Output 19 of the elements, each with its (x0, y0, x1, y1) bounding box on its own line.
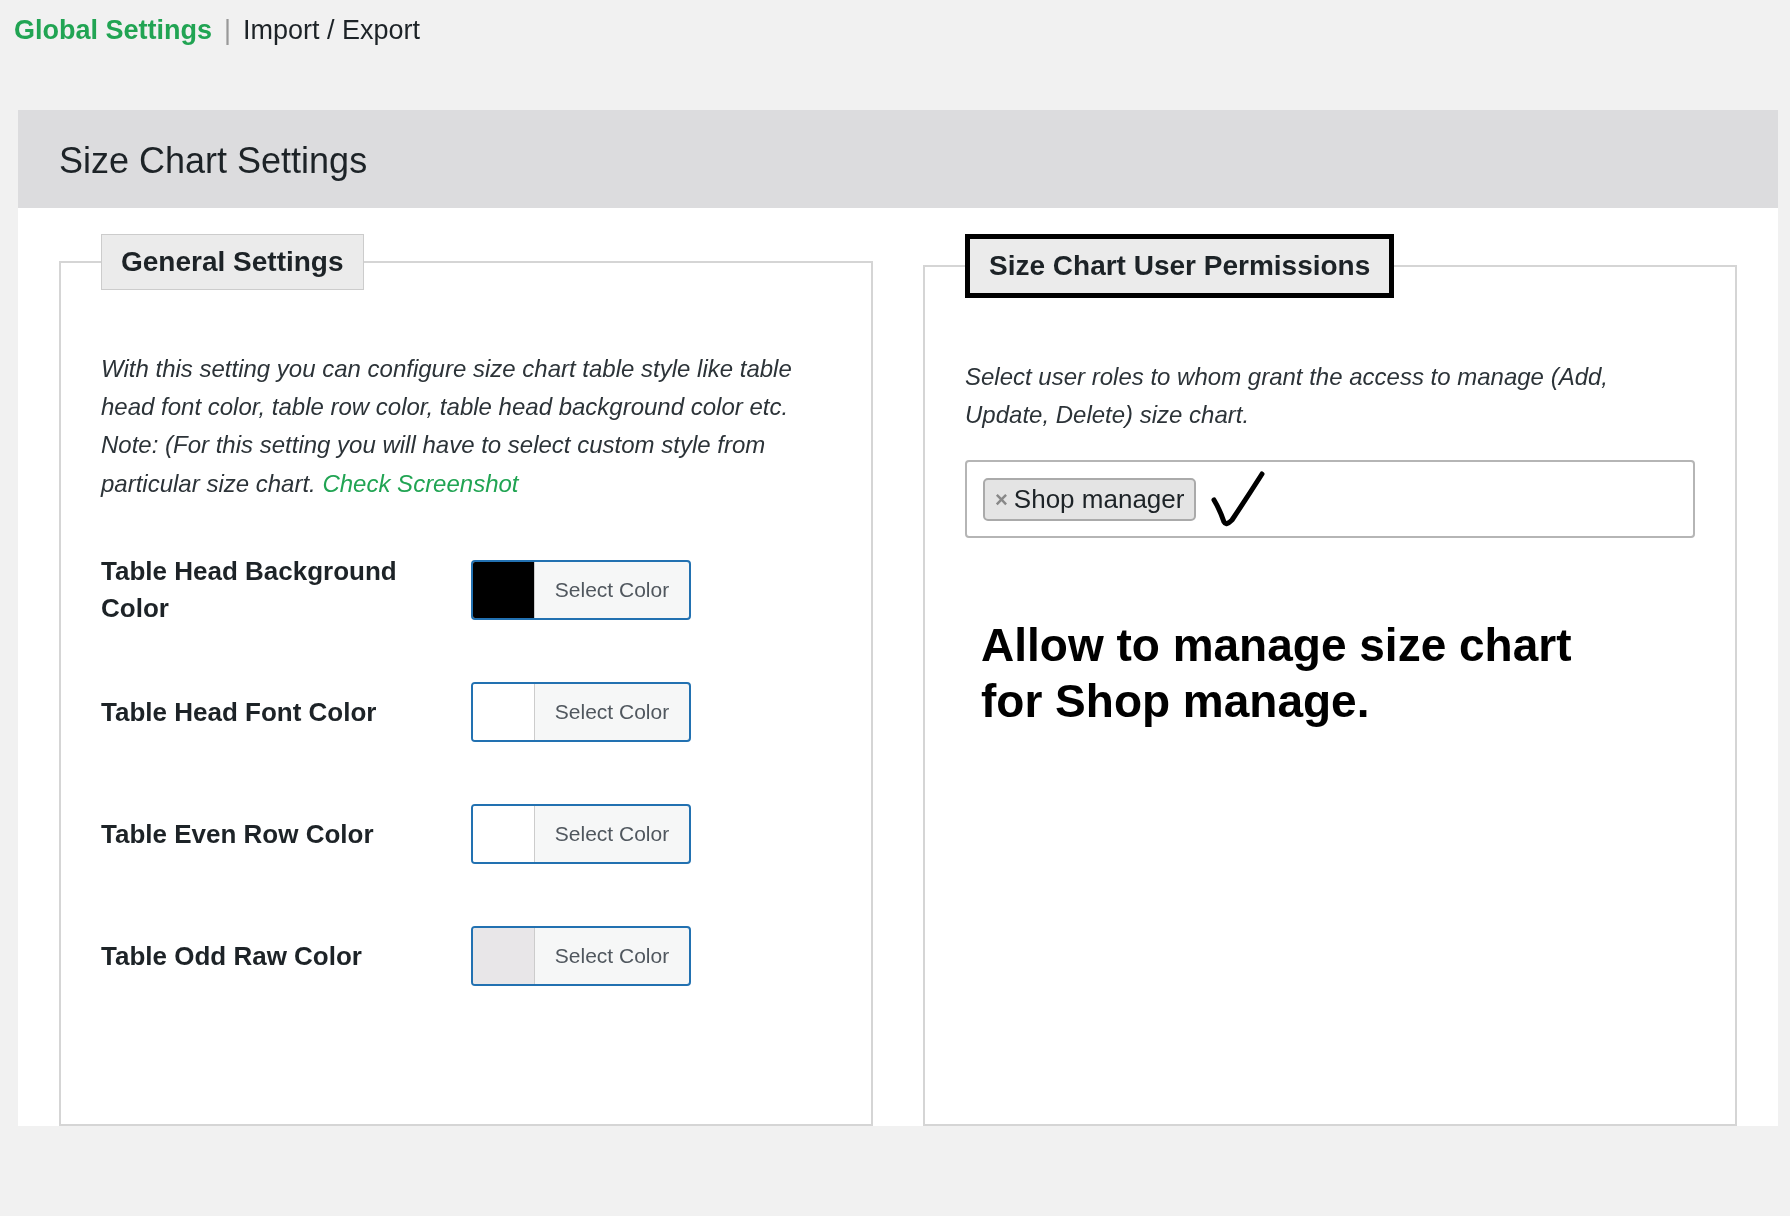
description-text: With this setting you can configure size chart table style like table head font color, table row color, table head background color etc. Note: (For this setting you will have to select custom style from particular size chart. Check Screenshot (101, 353, 793, 499)
color-picker-button[interactable]: Select Color (471, 925, 691, 986)
roles-select-field[interactable]: × Shop manager (965, 460, 1695, 539)
description-text: Select user roles to whom grant the access to manage (Add, Update, Delete) size chart. (965, 361, 1609, 430)
color-picker-button[interactable]: Select Color (471, 681, 691, 742)
annotation-text: Allow to manage size chart for Shop manage. (981, 618, 1573, 729)
checkmark-icon (1210, 470, 1267, 529)
nav-tab[interactable]: Import / Export (243, 15, 421, 45)
field-label: Table Even Row Color (101, 817, 375, 851)
nav-separator: | (224, 15, 232, 45)
group-title: General Settings (101, 234, 364, 290)
panel-title: Size Chart Settings (59, 140, 368, 181)
field-label: Table Odd Raw Color (101, 939, 363, 973)
color-picker-button[interactable]: Select Color (471, 559, 691, 620)
field-label: Table Head Font Color (101, 695, 378, 729)
field-label: Table Head Background Color (101, 555, 398, 625)
color-picker-button[interactable]: Select Color (471, 803, 691, 864)
group-title: Size Chart User Permissions (965, 234, 1395, 298)
tag-label: Shop manager (1013, 482, 1185, 516)
